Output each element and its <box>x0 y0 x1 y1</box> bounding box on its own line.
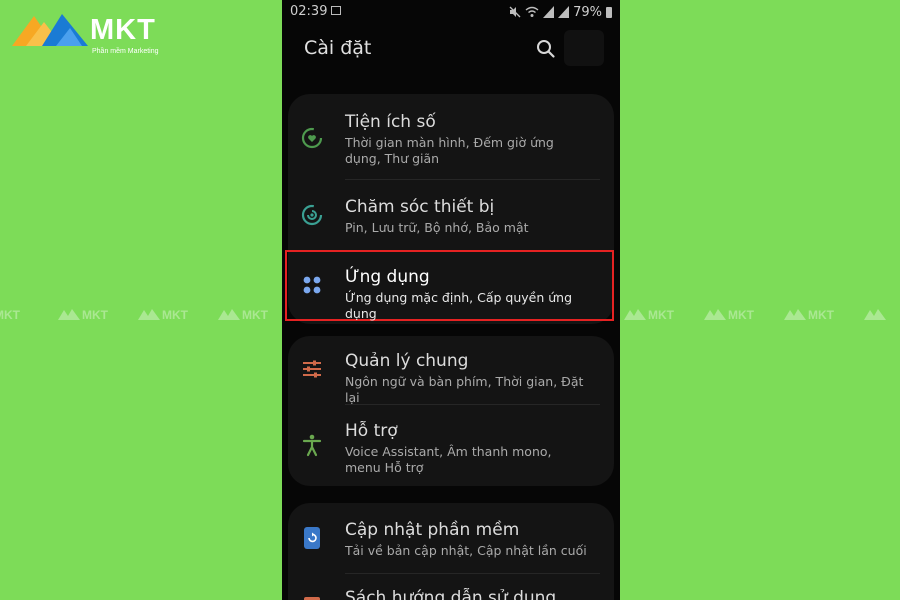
more-options-button[interactable] <box>564 30 604 66</box>
accessibility-icon <box>302 434 322 457</box>
watermark: MKT <box>624 308 674 322</box>
page-title: Cài đặt <box>304 37 372 59</box>
status-icons: 79% <box>509 4 612 20</box>
settings-item-device-care[interactable]: Chăm sóc thiết bị Pin, Lưu trữ, Bộ nhớ, … <box>282 195 620 245</box>
search-icon[interactable] <box>535 38 557 60</box>
settings-item-title: Cập nhật phần mềm <box>345 520 520 540</box>
settings-item-accessibility[interactable]: Hỗ trợ Voice Assistant, Âm thanh mono, m… <box>282 419 620 479</box>
settings-item-general-management[interactable]: Quản lý chung Ngôn ngữ và bàn phím, Thời… <box>282 349 620 405</box>
wifi-icon <box>525 6 539 17</box>
watermark: MKT <box>0 308 20 322</box>
divider <box>345 404 600 405</box>
software-update-icon <box>304 527 320 549</box>
settings-item-subtitle: Thời gian màn hình, Đếm giờ ứng dụng, Th… <box>345 135 554 166</box>
signal-icon <box>543 6 555 18</box>
settings-item-subtitle: Ngôn ngữ và bàn phím, Thời gian, Đặt lại <box>345 374 584 405</box>
settings-item-software-update[interactable]: Cập nhật phần mềm Tải về bản cập nhật, C… <box>282 518 620 568</box>
battery-icon <box>606 6 612 18</box>
status-time: 02:39 <box>290 4 328 19</box>
settings-item-subtitle: Tải về bản cập nhật, Cập nhật lần cuối <box>345 543 587 558</box>
brand-tagline: Phần mềm Marketing <box>92 48 159 55</box>
phone-screen: 02:39 79% Cài đặt Tiện ích số Thời gian … <box>282 0 620 600</box>
mkt-logo: MKT Phần mềm Marketing <box>12 12 172 55</box>
watermark: MKT <box>138 308 188 322</box>
watermark: MKT <box>58 308 108 322</box>
settings-item-title: Hỗ trợ <box>345 421 398 441</box>
settings-item-subtitle: Pin, Lưu trữ, Bộ nhớ, Bảo mật <box>345 220 529 235</box>
settings-item-title: Sách hướng dẫn sử dụng <box>345 588 557 600</box>
divider <box>345 179 600 180</box>
general-management-icon <box>303 360 321 378</box>
settings-item-digital-wellbeing[interactable]: Tiện ích số Thời gian màn hình, Đếm giờ … <box>282 110 620 180</box>
watermark: MKT <box>218 308 268 322</box>
battery-percent: 79% <box>573 4 602 20</box>
watermark: MKT <box>784 308 834 322</box>
device-care-icon <box>301 204 323 226</box>
settings-item-title: Chăm sóc thiết bị <box>345 197 495 217</box>
watermark: MKT <box>704 308 754 322</box>
settings-item-title: Tiện ích số <box>345 112 436 132</box>
settings-item-user-manual[interactable]: Sách hướng dẫn sử dụng <box>282 588 620 600</box>
divider <box>345 573 600 574</box>
settings-item-subtitle: Ứng dụng mặc định, Cấp quyền ứng dụng <box>345 290 573 321</box>
image-icon <box>331 6 341 15</box>
digital-wellbeing-icon <box>301 127 323 149</box>
user-manual-icon <box>304 597 320 600</box>
settings-item-title: Ứng dụng <box>345 267 430 287</box>
settings-item-apps[interactable]: Ứng dụng Ứng dụng mặc định, Cấp quyền ứn… <box>282 265 620 321</box>
settings-item-subtitle: Voice Assistant, Âm thanh mono, menu Hỗ … <box>345 444 552 475</box>
mkt-mountain-icon <box>12 14 88 46</box>
brand-name: MKT <box>90 14 156 46</box>
watermark <box>864 308 888 322</box>
mute-icon <box>509 6 521 18</box>
signal-icon <box>558 6 570 18</box>
settings-item-title: Quản lý chung <box>345 351 469 371</box>
status-bar: 02:39 79% <box>282 0 620 24</box>
apps-icon <box>303 276 321 294</box>
